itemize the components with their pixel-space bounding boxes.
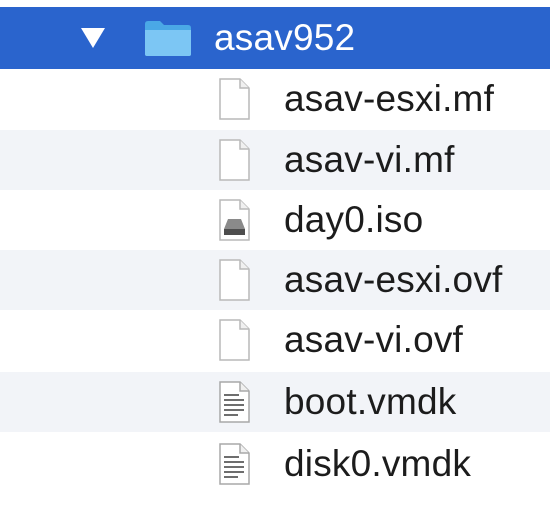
file-name: boot.vmdk	[284, 381, 457, 422]
folder-name: asav952	[214, 17, 356, 58]
list-item[interactable]: asav-esxi.ovf	[0, 250, 550, 310]
file-list: asav952 asav-esxi.mf asav-vi.mf day0.iso…	[0, 0, 550, 515]
text-document-icon	[219, 443, 250, 485]
list-item[interactable]: disk0.vmdk	[0, 434, 550, 494]
file-name: asav-esxi.ovf	[284, 259, 503, 300]
list-item[interactable]: boot.vmdk	[0, 372, 550, 432]
file-name: asav-vi.mf	[284, 139, 455, 180]
file-name: day0.iso	[284, 199, 424, 240]
blank-document-icon	[219, 259, 250, 301]
file-name: asav-vi.ovf	[284, 319, 464, 360]
blank-document-icon	[219, 139, 250, 181]
list-item[interactable]: asav-vi.ovf	[0, 310, 550, 370]
blank-document-icon	[219, 319, 250, 361]
text-document-icon	[219, 381, 250, 423]
file-name: asav-esxi.mf	[284, 78, 495, 119]
blank-document-icon	[219, 78, 250, 120]
folder-icon	[145, 21, 191, 56]
list-item[interactable]: asav-vi.mf	[0, 130, 550, 190]
disclosure-triangle-icon[interactable]	[80, 26, 106, 50]
list-item[interactable]: day0.iso	[0, 190, 550, 250]
disk-image-icon	[219, 199, 250, 241]
list-item[interactable]: asav-esxi.mf	[0, 69, 550, 129]
list-bottom-edge	[0, 497, 550, 515]
file-name: disk0.vmdk	[284, 443, 472, 484]
folder-row-asav952[interactable]: asav952	[0, 7, 550, 69]
